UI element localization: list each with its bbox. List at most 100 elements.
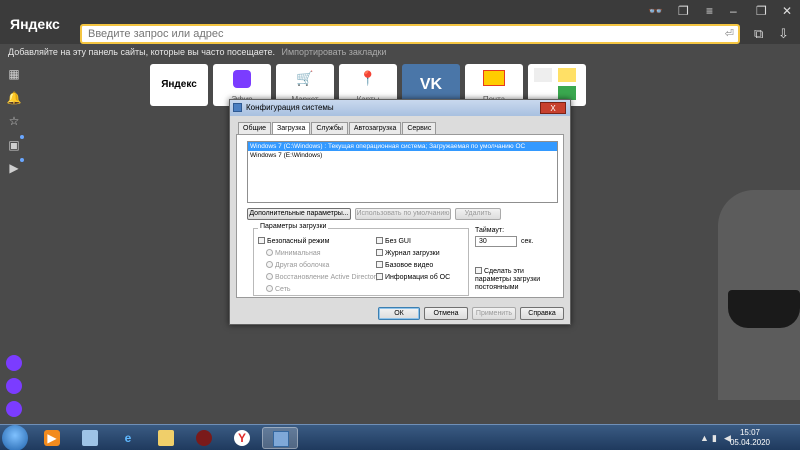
yandex-logo: Яндекс (10, 16, 60, 32)
taskbar-ie[interactable]: e (110, 427, 146, 449)
go-arrow-icon[interactable]: ⏎ (725, 27, 734, 40)
msconfig-icon (273, 431, 289, 447)
search-input[interactable] (82, 26, 682, 42)
checkbox-label: Без GUI (385, 238, 411, 245)
radio-circle[interactable] (266, 273, 273, 280)
radio-ad-repair[interactable]: Восстановление Active Directory (266, 273, 380, 281)
minimize-icon[interactable]: – (730, 4, 737, 18)
tab-general[interactable]: Общие (238, 122, 272, 134)
start-button[interactable] (2, 425, 28, 450)
checkbox-box[interactable] (475, 267, 482, 274)
taskbar-yandex-browser[interactable]: Y (224, 427, 260, 449)
ok-button[interactable]: ОК (378, 307, 420, 320)
radio-circle[interactable] (266, 285, 273, 292)
import-bookmarks-link[interactable]: Импортировать закладки (282, 47, 387, 57)
taskbar-media-player[interactable]: ▶ (34, 427, 70, 449)
delete-button[interactable]: Удалить (455, 208, 501, 220)
omnibox[interactable]: ⏎ (80, 24, 740, 44)
radio-network[interactable]: Сеть (266, 285, 291, 293)
menu-icon[interactable]: ≡ (706, 4, 713, 18)
advanced-options-button[interactable]: Дополнительные параметры... (247, 208, 351, 220)
set-default-button[interactable]: Использовать по умолчанию (355, 208, 451, 220)
tile-label: VK (419, 76, 443, 93)
tile-yandex[interactable]: Яндекс (150, 64, 208, 106)
clock-date: 05.04.2020 (729, 438, 770, 447)
checkbox-label: Журнал загрузки (385, 250, 440, 257)
os-list[interactable]: Windows 7 (C:\Windows) : Текущая операци… (247, 141, 558, 203)
map-pin-icon: 📍 (359, 70, 377, 86)
network-icon[interactable]: ▮ (712, 433, 717, 444)
downloads-icon[interactable]: ⇩ (778, 26, 789, 42)
radio-circle[interactable] (266, 261, 273, 268)
collections-icon[interactable]: ▣ (6, 137, 22, 153)
radio-label: Восстановление Active Directory (275, 274, 380, 281)
star-icon[interactable]: ☆ (6, 113, 22, 129)
msconfig-icon (233, 103, 242, 112)
bell-icon[interactable]: 🔔 (6, 90, 22, 106)
bookmarks-hint: Добавляйте на эту панель сайты, которые … (8, 47, 275, 57)
app-thumb-icon (534, 68, 552, 82)
apply-button[interactable]: Применить (472, 307, 516, 320)
efir-logo-icon (233, 70, 251, 88)
boot-log-checkbox[interactable]: Журнал загрузки (376, 249, 440, 257)
help-button[interactable]: Справка (520, 307, 564, 320)
checkbox-label: Безопасный режим (267, 238, 330, 245)
taskbar-folder[interactable] (148, 427, 184, 449)
alice-search-icon[interactable] (6, 355, 22, 371)
taskbar-msconfig[interactable] (262, 427, 298, 449)
play-icon[interactable]: ▶ (6, 160, 22, 176)
os-list-item[interactable]: Windows 7 (E:\Windows) (248, 151, 557, 160)
app-thumb-icon (558, 68, 576, 82)
app-icon (196, 430, 212, 446)
tray-arrow-icon[interactable]: ▲ (700, 433, 709, 443)
checkbox-box[interactable] (376, 249, 383, 256)
dialog-close-button[interactable]: X (540, 102, 566, 114)
os-list-item[interactable]: Windows 7 (C:\Windows) : Текущая операци… (248, 142, 557, 151)
tab-tools[interactable]: Сервис (402, 122, 437, 134)
timeout-input[interactable] (475, 236, 517, 247)
restore-icon[interactable]: ❐ (756, 4, 767, 18)
cancel-button[interactable]: Отмена (424, 307, 468, 320)
bookmark-bar: Добавляйте на эту панель сайты, которые … (8, 47, 386, 57)
notification-dot (20, 158, 24, 162)
close-icon[interactable]: ✕ (782, 4, 792, 18)
clock-time: 15:07 (739, 428, 760, 437)
taskbar-clock[interactable]: 15:07 05.04.2020 (730, 428, 770, 448)
radio-circle[interactable] (266, 249, 273, 256)
radio-label: Другая оболочка (275, 262, 330, 269)
make-permanent-checkbox[interactable]: Сделать эти параметры загрузки постоянны… (475, 267, 561, 292)
radio-label: Сеть (275, 286, 291, 293)
safe-boot-checkbox[interactable]: Безопасный режим (258, 237, 329, 245)
no-gui-checkbox[interactable]: Без GUI (376, 237, 411, 245)
internet-explorer-icon: e (124, 431, 132, 445)
os-info-checkbox[interactable]: Информация об ОС (376, 273, 450, 281)
dialog-titlebar[interactable]: Конфигурация системы X (230, 100, 570, 116)
tab-startup[interactable]: Автозагрузка (348, 122, 402, 134)
alice-voice-icon[interactable] (6, 401, 22, 417)
glasses-icon[interactable]: 👓 (648, 4, 663, 18)
taskbar-app-red[interactable] (186, 427, 222, 449)
alice-icon[interactable] (6, 378, 22, 394)
group-title: Параметры загрузки (258, 223, 329, 230)
tab-services[interactable]: Службы (311, 122, 348, 134)
control-panel-icon (82, 430, 98, 446)
bookmark-icon[interactable]: ❐ (678, 4, 689, 18)
radio-minimal[interactable]: Минимальная (266, 249, 321, 257)
radio-alternate-shell[interactable]: Другая оболочка (266, 261, 329, 269)
checkbox-box[interactable] (258, 237, 265, 244)
checkbox-label: Базовое видео (385, 262, 434, 269)
checkbox-box[interactable] (376, 237, 383, 244)
checkbox-box[interactable] (376, 273, 383, 280)
apps-grid-icon[interactable]: ▦ (6, 66, 22, 82)
background-mask-glasses (728, 290, 800, 328)
timeout-unit: сек. (521, 238, 534, 245)
dialog-title: Конфигурация системы (246, 103, 334, 112)
boot-options-group: Параметры загрузки Безопасный режим Мини… (253, 223, 469, 296)
checkbox-label: Сделать эти параметры загрузки постоянны… (475, 268, 541, 291)
checkbox-box[interactable] (376, 261, 383, 268)
notification-dot (20, 135, 24, 139)
taskbar-explorer-app[interactable] (72, 427, 108, 449)
radio-label: Минимальная (275, 250, 321, 257)
extension-icon[interactable]: ⧉ (754, 26, 763, 42)
base-video-checkbox[interactable]: Базовое видео (376, 261, 433, 269)
